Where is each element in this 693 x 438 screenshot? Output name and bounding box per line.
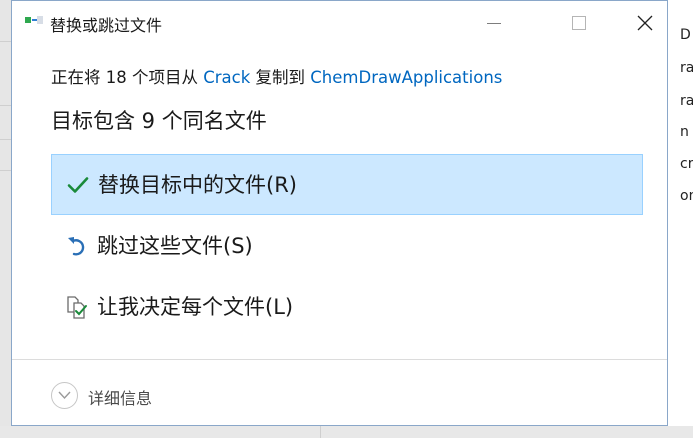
checkmark-icon <box>67 177 89 193</box>
close-button[interactable] <box>622 1 668 45</box>
replace-files-label: 替换目标中的文件(R) <box>98 173 297 197</box>
info-middle: 复制到 <box>250 68 311 87</box>
info-prefix: 正在将 18 个项目从 <box>51 68 204 87</box>
file-transfer-icon <box>25 15 43 29</box>
background-text: ra <box>680 93 693 109</box>
close-icon <box>637 15 653 31</box>
details-expand-button[interactable] <box>51 382 78 409</box>
background-text: n <box>680 124 689 140</box>
decide-each-file-label: 让我决定每个文件(L) <box>97 295 294 319</box>
background-window-bottom <box>0 426 693 438</box>
title-bar: 替换或跳过文件 <box>12 1 667 45</box>
background-text: ra <box>680 60 693 76</box>
skip-files-label: 跳过这些文件(S) <box>97 234 253 258</box>
background-text: cr <box>680 156 693 172</box>
conflict-heading: 目标包含 9 个同名文件 <box>51 109 267 133</box>
maximize-button <box>556 1 602 45</box>
replace-or-skip-dialog: 替换或跳过文件 正在将 18 个项目从 Crack 复制到 ChemDrawAp… <box>11 0 668 426</box>
minimize-button[interactable] <box>471 1 517 45</box>
background-text: D <box>680 27 691 43</box>
source-folder-link[interactable]: Crack <box>203 68 250 87</box>
replace-files-option[interactable]: 替换目标中的文件(R) <box>51 154 643 215</box>
copy-info-text: 正在将 18 个项目从 Crack 复制到 ChemDrawApplicatio… <box>51 64 502 88</box>
maximize-icon <box>572 16 586 30</box>
background-text: on <box>680 188 693 204</box>
chevron-down-icon <box>58 391 71 400</box>
undo-arrow-icon <box>68 237 85 256</box>
destination-folder-link[interactable]: ChemDrawApplications <box>310 68 502 87</box>
minimize-icon <box>487 23 501 24</box>
decide-each-file-option[interactable]: 让我决定每个文件(L) <box>51 277 643 338</box>
compare-files-icon <box>67 296 87 319</box>
dialog-footer: 详细信息 <box>12 359 667 426</box>
skip-files-option[interactable]: 跳过这些文件(S) <box>51 216 643 277</box>
details-label[interactable]: 详细信息 <box>88 385 152 409</box>
background-window-right: D ra ra n cr on <box>668 0 693 438</box>
window-title: 替换或跳过文件 <box>50 16 163 35</box>
